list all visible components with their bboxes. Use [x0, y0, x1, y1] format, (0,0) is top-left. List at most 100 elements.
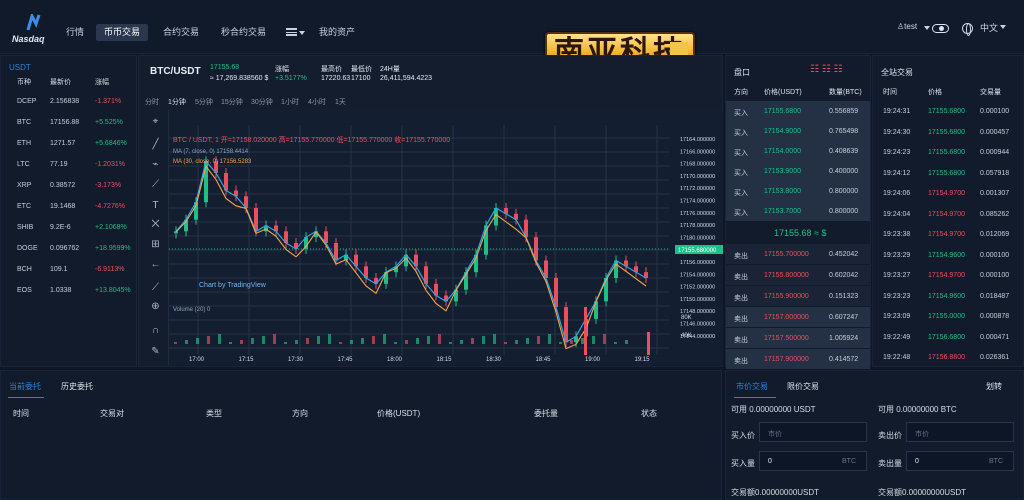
pencil-icon[interactable]: ⌁: [149, 158, 162, 171]
volume-label: 24H量: [380, 66, 400, 73]
order-book-sell-row[interactable]: 卖出 17155.900000 0.151323: [726, 286, 870, 306]
order-book-sell-row[interactable]: 卖出 17157.900000 0.414572: [726, 349, 870, 369]
tab-current-orders[interactable]: 当前委托: [9, 381, 41, 392]
market-row-btc[interactable]: BTC 17156.88 +5.525%: [1, 117, 138, 138]
buy-price-label: 买入价: [731, 431, 755, 440]
trade-row: 19:23:09 17155.0000 0.000878: [883, 313, 1010, 320]
user-menu[interactable]: ♙test: [897, 22, 917, 31]
zoom-icon[interactable]: ⊕: [149, 300, 162, 313]
ruler-icon[interactable]: ⟋: [149, 281, 162, 294]
volume-bar: [449, 342, 452, 344]
pattern-icon[interactable]: ⨉: [149, 218, 162, 231]
drawing-toolbar: ⌖ ╱ ⌁ ⟋ T ⨉ ⊞ ← ⟋ ⊕ ∩ ✎: [145, 110, 167, 360]
period-0[interactable]: 分时: [145, 97, 159, 107]
market-row-ltc[interactable]: LTC 77.19 -1.2031%: [1, 159, 138, 180]
language-selector[interactable]: 中文: [980, 21, 998, 34]
order-book-buy-row[interactable]: 买入 17154.0000 0.408639: [726, 141, 870, 161]
volume-bar: [295, 340, 298, 344]
period-2[interactable]: 5分钟: [195, 97, 213, 107]
transfer-button[interactable]: 划转: [986, 381, 1002, 392]
market-row-etc[interactable]: ETC 19.1468 -4.7276%: [1, 201, 138, 222]
order-book-sell-row[interactable]: 卖出 17155.800000 0.602042: [726, 265, 870, 285]
period-7[interactable]: 1天: [335, 97, 346, 107]
volume-bar: [559, 342, 562, 344]
recent-trades-panel: 全站交易 时间 价格 交易量 19:24:31 17155.6800 0.000100 1…: [872, 55, 1024, 367]
globe-icon[interactable]: [962, 23, 973, 36]
period-5[interactable]: 1小时: [281, 97, 299, 107]
time-axis-label: 19:15: [635, 357, 651, 363]
period-1[interactable]: 1分钟: [168, 97, 186, 107]
sell-price-field[interactable]: 市价: [906, 422, 1014, 442]
market-row-xrp[interactable]: XRP 0.38572 -3.173%: [1, 180, 138, 201]
sell-quantity-field[interactable]: 0 BTC: [906, 451, 1014, 471]
trade-row: 19:24:04 17154.9700 0.085262: [883, 210, 1010, 218]
trade-row: 19:24:06 17154.9700 0.001307: [883, 190, 1010, 197]
volume-bar: [328, 334, 331, 344]
depth-toggle-icons[interactable]: ☷ ☷ ☷: [810, 64, 860, 76]
text-icon[interactable]: T: [149, 199, 162, 212]
period-4[interactable]: 30分钟: [251, 97, 273, 107]
back-arrow-icon[interactable]: ←: [149, 258, 162, 271]
crosshair-icon[interactable]: ⌖: [149, 115, 162, 128]
market-row-shib[interactable]: SHIB 9.2E-6 +2.1068%: [1, 222, 138, 243]
cny-price: ≈ 17,269.838560 $: [210, 75, 269, 82]
trade-row: 19:22:48 17156.8800 0.026361: [883, 354, 1010, 361]
order-book-mid-price: 17155.68 ≈ $: [774, 228, 827, 238]
theme-toggle[interactable]: [932, 24, 949, 33]
trade-row: 19:24:12 17155.6800 0.057918: [883, 169, 1010, 177]
time-axis-label: 18:45: [536, 357, 552, 363]
period-6[interactable]: 4小时: [308, 97, 326, 107]
trend-line-icon[interactable]: ╱: [149, 138, 162, 151]
magnet-icon[interactable]: ∩: [149, 324, 162, 337]
market-row-dcep[interactable]: DCEP 2.156838 -1.371%: [1, 96, 138, 117]
orders-direction-header: 方向: [292, 409, 308, 418]
volume-label: Volume (20) 0: [173, 307, 211, 313]
volume-bar: [603, 334, 606, 344]
market-title[interactable]: USDT: [9, 63, 31, 72]
order-book-sell-row[interactable]: 卖出 17157.500000 1.005924: [726, 328, 870, 348]
buy-quantity-field[interactable]: 0 BTC: [759, 451, 867, 471]
volume-bar: [460, 340, 463, 344]
menu-icon[interactable]: [286, 28, 297, 36]
order-book-buy-row[interactable]: 买入 17153.8000 0.800000: [726, 181, 870, 201]
order-book-sell-row[interactable]: 卖出 17155.700000 0.452042: [726, 244, 870, 264]
order-book-buy-row[interactable]: 买入 17155.6800 0.556859: [726, 101, 870, 121]
order-book-buy-row[interactable]: 买入 17153.7000 0.800000: [726, 201, 870, 221]
tab-market-order[interactable]: 市价交易: [736, 381, 768, 392]
chevron-down-icon[interactable]: [1000, 25, 1006, 29]
time-axis-label: 17:00: [189, 357, 205, 363]
nav-spot-trading[interactable]: 币币交易: [96, 24, 149, 41]
nav-second-contract[interactable]: 秒合约交易: [213, 24, 274, 41]
tab-limit-order[interactable]: 限价交易: [787, 381, 819, 392]
orders-type-header: 类型: [206, 409, 222, 418]
volume-bar: [207, 336, 210, 344]
nav-market[interactable]: 行情: [58, 24, 92, 41]
order-book-buy-row[interactable]: 买入 17153.9000 0.400000: [726, 161, 870, 181]
chevron-down-icon[interactable]: [299, 31, 305, 35]
volume-bar: [416, 338, 419, 344]
chevron-down-icon[interactable]: [924, 26, 930, 30]
forecast-icon[interactable]: ⊞: [149, 238, 162, 251]
active-tab-underline: [8, 397, 44, 398]
buy-price-field[interactable]: 市价: [759, 422, 867, 442]
candlestick-chart-svg: BTC / USDT, 1 开=17158.020000 高=17155.770…: [169, 125, 723, 363]
trade-row: 19:24:23 17155.6800 0.000944: [883, 149, 1010, 156]
volume-bar: [471, 338, 474, 344]
tab-history-orders[interactable]: 历史委托: [61, 381, 93, 392]
time-axis-label: 17:30: [288, 357, 304, 363]
nasdaq-logo[interactable]: Nasdaq: [10, 12, 48, 46]
nav-futures[interactable]: 合约交易: [155, 24, 207, 41]
market-row-eos[interactable]: EOS 1.0338 +13.8045%: [1, 285, 138, 306]
period-3[interactable]: 15分钟: [221, 97, 243, 107]
brush-icon[interactable]: ⟋: [149, 178, 162, 191]
price-chart[interactable]: BTC / USDT, 1 开=17158.020000 高=17155.770…: [168, 110, 723, 365]
order-book-sell-row[interactable]: 卖出 17157.000000 0.607247: [726, 307, 870, 327]
nav-assets[interactable]: 我的资产: [311, 24, 363, 41]
order-book-buy-row[interactable]: 买入 17154.9000 0.765498: [726, 121, 870, 141]
pen-icon[interactable]: ✎: [149, 345, 162, 358]
market-row-bch[interactable]: BCH 109.1 -6.9113%: [1, 264, 138, 285]
market-row-eth[interactable]: ETH 1271.57 +5.6846%: [1, 138, 138, 159]
sell-quantity-label: 卖出量: [878, 459, 902, 468]
market-row-doge[interactable]: DOGE 0.096762 +18.9599%: [1, 243, 138, 264]
price-axis-label: 17164.000000: [680, 137, 715, 143]
